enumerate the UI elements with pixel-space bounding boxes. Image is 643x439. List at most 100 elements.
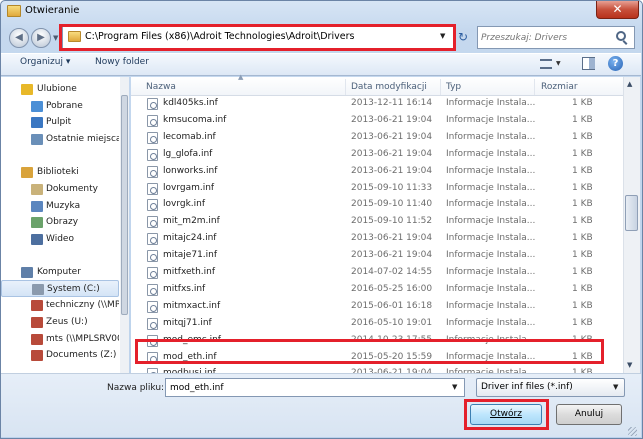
- column-header-date[interactable]: Data modyfikacji: [351, 82, 427, 92]
- file-size: 1 KB: [572, 216, 593, 227]
- sidebar-item-label: Muzyka: [46, 201, 81, 211]
- file-date: 2013-12-11 16:14: [351, 98, 433, 108]
- file-size: 1 KB: [572, 283, 593, 294]
- column-header-type[interactable]: Typ: [446, 82, 461, 92]
- file-row[interactable]: mitfxeth.inf 2014-07-02 14:55 Informacje I…: [131, 264, 623, 281]
- search-icon[interactable]: [616, 31, 626, 41]
- sidebar-item[interactable]: mts (\\MPLSRV00: [1, 331, 119, 348]
- sidebar-item[interactable]: Pobrane: [1, 98, 119, 115]
- file-row[interactable]: mitajc24.inf 2013-06-21 19:04 Informacje I…: [131, 230, 623, 247]
- filename-label: Nazwa pliku:: [107, 383, 165, 393]
- sidebar-item[interactable]: Documents (Z:): [1, 347, 119, 364]
- sidebar-item[interactable]: techniczny (\\MPL: [1, 297, 119, 314]
- file-date: 2013-06-21 19:04: [351, 165, 433, 176]
- address-highlight-box: [59, 24, 456, 51]
- inf-file-icon: [147, 199, 158, 212]
- file-type: Informacje Instala...: [446, 300, 536, 311]
- sidebar-item[interactable]: Wideo: [1, 231, 119, 248]
- file-date: 2013-06-21 19:04: [351, 148, 433, 159]
- file-name: mitmxact.inf: [163, 300, 221, 311]
- column-header-size[interactable]: Rozmiar: [541, 82, 578, 92]
- file-name: mitaje71.inf: [163, 250, 218, 261]
- file-type: Informacje Instala...: [446, 182, 536, 193]
- back-button[interactable]: ◀: [9, 28, 29, 48]
- column-divider[interactable]: [534, 79, 535, 95]
- libraries-icon: [21, 167, 33, 178]
- file-date: 2015-09-10 11:52: [351, 216, 433, 227]
- desktop-icon: [31, 117, 43, 128]
- file-type: Informacje Instala...: [446, 165, 536, 176]
- filename-input[interactable]: [165, 378, 465, 397]
- file-type: Informacje Instala...: [446, 216, 536, 227]
- network-drive-icon: [31, 350, 43, 361]
- forward-button[interactable]: ▶: [31, 28, 51, 48]
- scroll-down-arrow-icon[interactable]: ▼: [627, 361, 632, 369]
- sidebar-item[interactable]: Dokumenty: [1, 181, 119, 198]
- file-type: Informacje Instala...: [446, 98, 536, 108]
- sidebar-item[interactable]: Obrazy: [1, 214, 119, 231]
- resize-grip-icon[interactable]: [628, 427, 637, 436]
- file-row[interactable]: mitqj71.inf 2016-05-10 19:01 Informacje In…: [131, 315, 623, 332]
- file-row[interactable]: kmsucoma.inf 2013-06-21 19:04 Informacje I…: [131, 112, 623, 129]
- file-list-scroll-thumb[interactable]: [625, 195, 638, 231]
- view-dropdown-icon[interactable]: ▼: [556, 60, 561, 67]
- sidebar-item-label: Ostatnie miejsca: [46, 134, 119, 144]
- cancel-button[interactable]: Anuluj: [556, 404, 622, 425]
- file-name: lecomab.inf: [163, 131, 216, 142]
- file-row[interactable]: mit_m2m.inf 2015-09-10 11:52 Informacje In…: [131, 213, 623, 230]
- close-button[interactable]: ✕: [596, 1, 639, 19]
- computer-icon: [21, 267, 33, 278]
- file-type: Informacje Instala...: [446, 148, 536, 159]
- help-icon[interactable]: ?: [608, 56, 623, 71]
- star-icon: [21, 84, 33, 95]
- sidebar-item[interactable]: Pulpit: [1, 114, 119, 131]
- scroll-up-arrow-icon[interactable]: ▲: [627, 80, 632, 88]
- filetype-dropdown-icon[interactable]: ▼: [613, 383, 618, 391]
- sidebar-item[interactable]: Komputer: [1, 264, 119, 281]
- pictures-icon: [31, 217, 43, 228]
- recent-locations-dropdown-icon[interactable]: ▼: [53, 34, 58, 42]
- file-row[interactable]: lovrgam.inf 2015-09-10 11:33 Informacje In…: [131, 180, 623, 197]
- file-date: 2016-05-25 16:00: [351, 283, 433, 294]
- file-date: 2013-06-21 19:04: [351, 131, 433, 142]
- file-row[interactable]: mitfxs.inf 2016-05-25 16:00 Informacje Ins…: [131, 281, 623, 298]
- file-row[interactable]: mitmxact.inf 2015-06-01 16:18 Informacje I…: [131, 298, 623, 315]
- inf-file-icon: [147, 182, 158, 195]
- file-row[interactable]: lovrgk.inf 2015-09-10 11:40 Informacje Ins…: [131, 196, 623, 213]
- search-input[interactable]: [481, 31, 607, 45]
- file-row[interactable]: lonworks.inf 2013-06-21 19:04 Informacje I…: [131, 163, 623, 180]
- sidebar-item-label: Documents (Z:): [46, 350, 117, 360]
- sidebar-item-label: Obrazy: [46, 217, 79, 227]
- file-type: Informacje Instala...: [446, 283, 536, 294]
- file-row[interactable]: lg_glofa.inf 2013-06-21 19:04 Informacje I…: [131, 146, 623, 163]
- music-icon: [31, 201, 43, 212]
- file-size: 1 KB: [572, 165, 593, 176]
- column-divider[interactable]: [345, 79, 346, 95]
- file-row[interactable]: mitaje71.inf 2013-06-21 19:04 Informacje I…: [131, 247, 623, 264]
- preview-pane-icon[interactable]: [582, 57, 595, 70]
- column-divider[interactable]: [440, 79, 441, 95]
- file-row[interactable]: kdl405ks.inf 2013-12-11 16:14 Informacje I…: [131, 95, 623, 112]
- column-header-name[interactable]: Nazwa: [146, 82, 176, 92]
- title-bar[interactable]: Otwieranie ✕: [1, 1, 642, 23]
- navigation-scroll-thumb[interactable]: [121, 95, 128, 315]
- view-options-icon[interactable]: [540, 59, 552, 69]
- file-date: 2014-07-02 14:55: [351, 267, 433, 277]
- filetype-value[interactable]: Driver inf files (*.inf): [481, 382, 573, 392]
- new-folder-button[interactable]: Nowy folder: [95, 57, 149, 67]
- file-row[interactable]: lecomab.inf 2013-06-21 19:04 Informacje In…: [131, 129, 623, 146]
- sidebar-item[interactable]: Ulubione: [1, 81, 119, 98]
- file-size: 1 KB: [572, 131, 593, 142]
- filename-dropdown-icon[interactable]: ▼: [452, 383, 457, 391]
- inf-file-icon: [147, 317, 158, 330]
- sidebar-item[interactable]: System (C:): [1, 280, 119, 297]
- sidebar-item[interactable]: Ostatnie miejsca: [1, 131, 119, 148]
- file-size: 1 KB: [572, 250, 593, 261]
- organize-menu-button[interactable]: Organizuj ▾: [20, 57, 70, 67]
- file-date: 2015-09-10 11:40: [351, 199, 433, 210]
- refresh-icon[interactable]: ↻: [458, 30, 468, 44]
- sidebar-item[interactable]: Biblioteki: [1, 164, 119, 181]
- sidebar-item[interactable]: Zeus (U:): [1, 314, 119, 331]
- sidebar-item-label: System (C:): [47, 284, 100, 294]
- sidebar-item[interactable]: Muzyka: [1, 198, 119, 215]
